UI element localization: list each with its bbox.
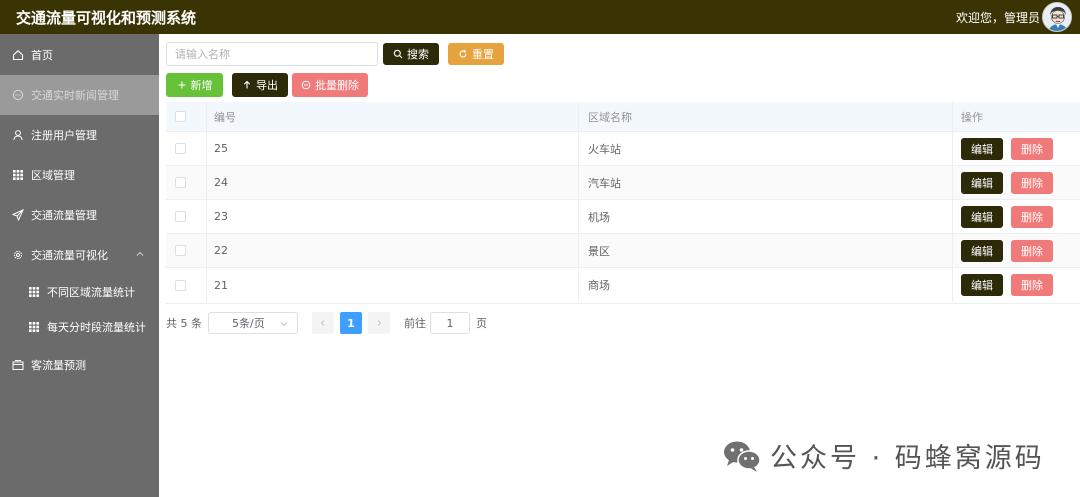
row-id: 25 [214,142,228,155]
row-name: 商场 [588,279,610,292]
home-icon [12,49,24,61]
add-button[interactable]: 新增 [166,73,223,97]
row-checkbox[interactable] [175,268,186,302]
watermark: 公众号 · 码蜂窝源码 [722,436,1045,475]
search-icon [393,49,403,59]
table-row: 25 火车站 编辑 删除 [166,132,1080,166]
sidebar-item-regions[interactable]: 区域管理 [0,155,159,195]
column-header-actions: 操作 [961,110,983,124]
sidebar-item-users[interactable]: 注册用户管理 [0,115,159,155]
send-icon [12,209,24,221]
table-row: 24 汽车站 编辑 删除 [166,166,1080,200]
row-checkbox[interactable] [175,234,186,267]
sidebar-item-prediction[interactable]: 客流量预测 [0,345,159,385]
row-id: 23 [214,210,228,223]
top-header: 交通流量可视化和预测系统 欢迎您，管理员 [0,0,1080,34]
delete-button[interactable]: 删除 [1011,138,1053,160]
edit-button[interactable]: 编辑 [961,206,1003,228]
user-icon [12,129,24,141]
avatar[interactable] [1042,2,1072,32]
row-name: 景区 [588,244,610,258]
sidebar-item-label: 不同区域流量统计 [47,286,135,299]
page-unit-label: 页 [476,317,487,330]
row-name: 机场 [588,210,610,224]
column-header-id: 编号 [214,110,236,124]
row-name: 火车站 [588,142,621,156]
sidebar-item-label: 交通实时新闻管理 [31,89,119,102]
chevron-left-icon [320,320,325,326]
watermark-text: 公众号 · 码蜂窝源码 [770,443,1045,474]
chat-bubble-icon [12,89,24,101]
refresh-icon [458,49,468,59]
edit-button[interactable]: 编辑 [961,138,1003,160]
sidebar-item-news[interactable]: 交通实时新闻管理 [0,75,159,115]
edit-button[interactable]: 编辑 [961,274,1003,296]
delete-button[interactable]: 删除 [1011,172,1053,194]
avatar-icon [1043,3,1071,31]
sidebar-item-label: 注册用户管理 [31,129,97,142]
grid-icon [12,169,24,181]
sidebar-item-label: 首页 [31,49,53,62]
grid-icon [28,321,40,333]
welcome-text: 欢迎您，管理员 [955,11,1040,25]
minus-circle-icon [301,80,311,90]
row-checkbox[interactable] [175,132,186,165]
sidebar-item-label: 交通流量可视化 [31,249,108,262]
batch-delete-button[interactable]: 批量删除 [292,73,368,97]
row-checkbox[interactable] [175,166,186,199]
sidebar-item-visualization[interactable]: 交通流量可视化 [0,235,159,275]
reset-button[interactable]: 重置 [448,43,504,65]
goto-page-input[interactable] [430,312,470,334]
prev-page-button[interactable] [312,312,334,334]
goto-label: 前往 [404,317,426,330]
sidebar-item-hourly-stats[interactable]: 每天分时段流量统计 [0,307,159,347]
sidebar-item-traffic[interactable]: 交通流量管理 [0,195,159,235]
data-table: 编号 区域名称 操作 25 火车站 编辑 删除 24 汽车站 编辑 删除 23 … [166,102,1080,304]
plus-icon [177,80,187,90]
row-name: 汽车站 [588,176,621,190]
app-title: 交通流量可视化和预测系统 [16,9,197,27]
gear-icon [12,249,24,261]
delete-button[interactable]: 删除 [1011,274,1053,296]
delete-button[interactable]: 删除 [1011,240,1053,262]
row-checkbox[interactable] [175,200,186,233]
next-page-button[interactable] [368,312,390,334]
table-header: 编号 区域名称 操作 [166,102,1080,132]
table-row: 21 商场 编辑 删除 [166,268,1080,302]
row-id: 24 [214,176,228,189]
sidebar-item-label: 交通流量管理 [31,209,97,222]
sidebar: 首页 交通实时新闻管理 注册用户管理 区域管理 交通流量管理 交通流量可视化 不… [0,34,159,497]
export-button[interactable]: 导出 [232,73,288,97]
delete-button[interactable]: 删除 [1011,206,1053,228]
chevron-up-icon [135,249,145,259]
sidebar-item-label: 每天分时段流量统计 [47,321,146,334]
row-id: 21 [214,278,228,292]
grid-icon [28,286,40,298]
chevron-right-icon [377,320,382,326]
edit-button[interactable]: 编辑 [961,240,1003,262]
sidebar-item-home[interactable]: 首页 [0,35,159,75]
arrow-up-icon [242,80,252,90]
table-row: 23 机场 编辑 删除 [166,200,1080,234]
sidebar-item-region-stats[interactable]: 不同区域流量统计 [0,272,159,312]
row-id: 22 [214,244,228,257]
box-icon [12,359,24,371]
chevron-down-icon [279,319,289,332]
sidebar-item-label: 客流量预测 [31,359,86,372]
sidebar-item-label: 区域管理 [31,169,75,182]
edit-button[interactable]: 编辑 [961,172,1003,194]
pagination-total: 共 5 条 [166,317,202,330]
table-row: 22 景区 编辑 删除 [166,234,1080,268]
search-input[interactable] [166,42,378,66]
search-button[interactable]: 搜索 [383,43,439,65]
select-all-checkbox[interactable] [175,102,186,131]
wechat-icon [722,439,762,473]
column-header-name: 区域名称 [588,110,632,124]
page-size-select[interactable]: 5条/页 [208,312,298,334]
page-number-current[interactable]: 1 [340,312,362,334]
